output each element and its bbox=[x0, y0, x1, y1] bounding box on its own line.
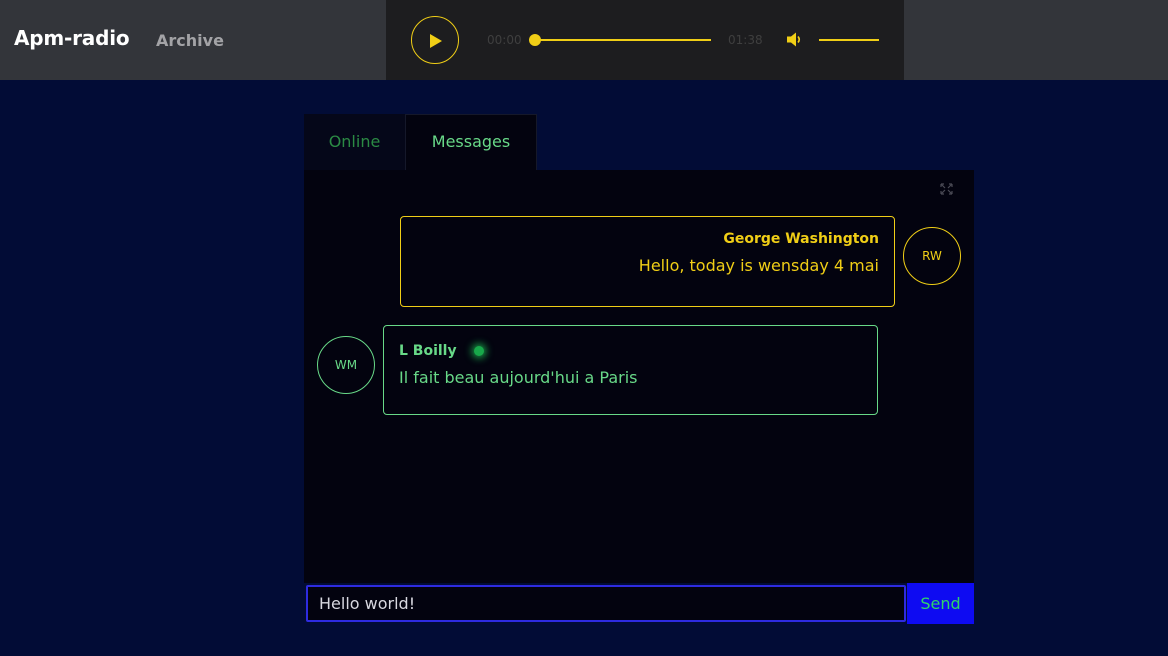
archive-link[interactable]: Archive bbox=[156, 31, 224, 50]
message-text: Hello, today is wensday 4 mai bbox=[638, 256, 879, 275]
message-bubble: L Boilly Il fait beau aujourd'hui a Pari… bbox=[383, 325, 878, 415]
message-composer: Send bbox=[304, 583, 974, 624]
chat-panel: George Washington Hello, today is wensda… bbox=[304, 170, 974, 583]
top-header: Apm-radio Archive 00:00 01:38 bbox=[0, 0, 1168, 80]
volume-slider[interactable] bbox=[819, 39, 879, 41]
brand-logo[interactable]: Apm-radio bbox=[14, 26, 130, 50]
message-author: George Washington bbox=[723, 231, 879, 247]
seek-slider[interactable] bbox=[529, 34, 711, 46]
message-bubble: George Washington Hello, today is wensda… bbox=[400, 216, 895, 307]
tab-messages[interactable]: Messages bbox=[405, 114, 537, 170]
avatar: WM bbox=[317, 336, 375, 394]
online-status-dot bbox=[473, 345, 484, 356]
volume-icon[interactable] bbox=[786, 31, 803, 48]
play-button[interactable] bbox=[411, 16, 459, 64]
message-author: L Boilly bbox=[399, 343, 457, 359]
message-text: Il fait beau aujourd'hui a Paris bbox=[399, 368, 638, 387]
total-time: 01:38 bbox=[728, 33, 763, 47]
current-time: 00:00 bbox=[487, 33, 522, 47]
expand-icon[interactable] bbox=[940, 183, 953, 195]
audio-player: 00:00 01:38 bbox=[386, 0, 904, 80]
avatar: RW bbox=[903, 227, 961, 285]
play-icon bbox=[430, 34, 442, 48]
tab-online[interactable]: Online bbox=[304, 114, 405, 170]
send-button[interactable]: Send bbox=[907, 583, 974, 624]
seek-thumb[interactable] bbox=[529, 34, 541, 46]
message-input[interactable] bbox=[306, 585, 906, 622]
